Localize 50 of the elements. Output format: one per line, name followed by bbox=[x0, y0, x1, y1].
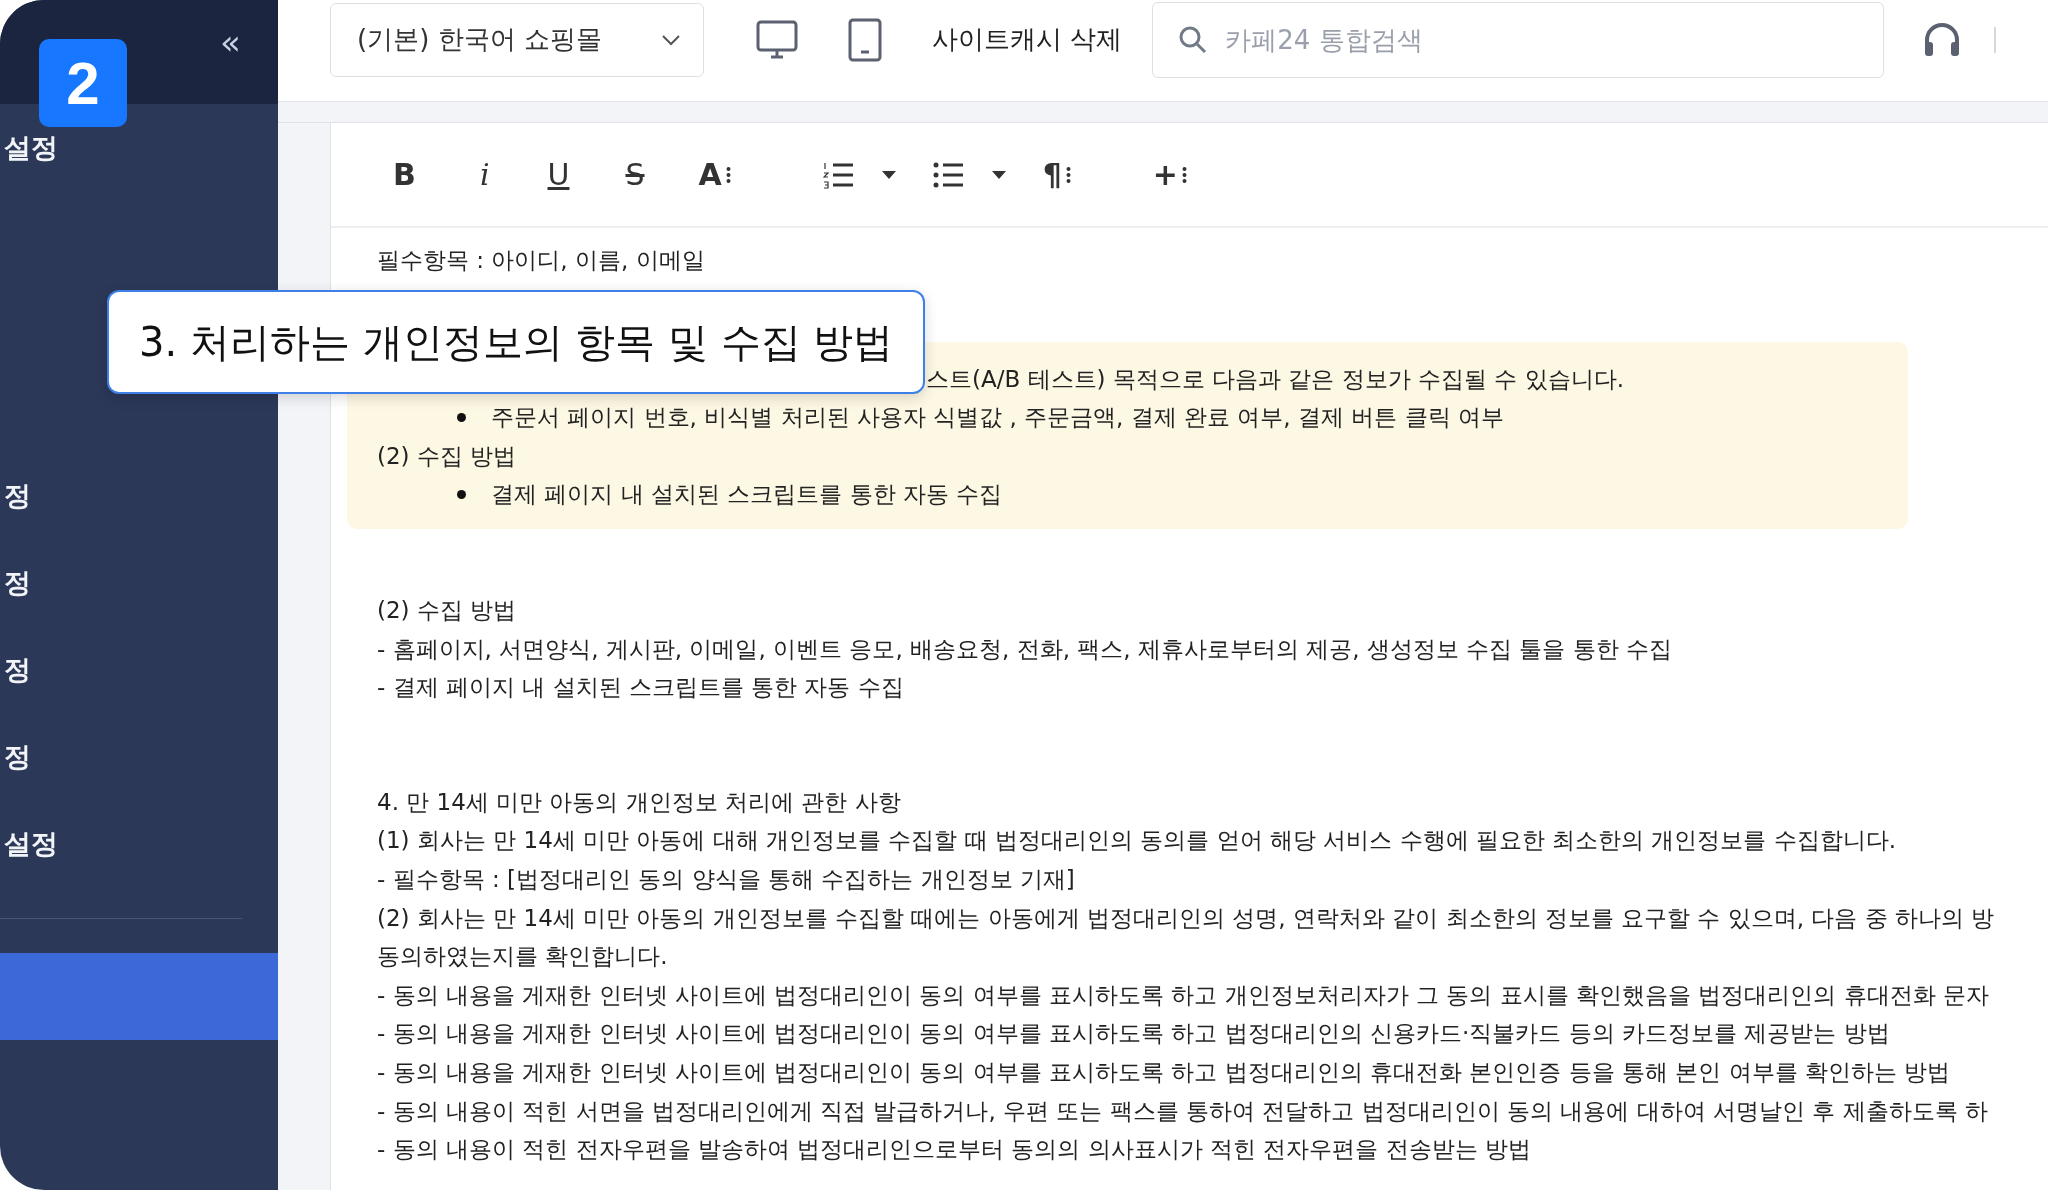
document-text: (2) 수집 방법 bbox=[377, 595, 517, 625]
document-text: - 동의 내용이 적힌 서면을 법정대리인에게 직접 발급하거나, 우편 또는 팩스를 통하여 전달하고 법정대리인이 동의 내용에 대하여 서명날인 후 제출하도록 하 bbox=[377, 1096, 1988, 1126]
document-text: 스트(A/B 테스트) 목적으로 다음과 같은 정보가 수집될 수 있습니다. bbox=[926, 364, 1624, 394]
document-text: - 동의 내용을 게재한 인터넷 사이트에 법정대리인이 동의 여부를 표시하도록 하고 법정대리인의 신용카드·직불카드 등의 카드정보를 제공받는 방법 bbox=[377, 1019, 1890, 1049]
bullet-list-icon bbox=[932, 160, 965, 189]
sidebar-item[interactable]: 정 bbox=[4, 738, 31, 775]
document-text: - 필수항목 : [법정대리인 동의 양식을 통해 수집하는 개인정보 기재] bbox=[377, 864, 1075, 894]
underline-button[interactable]: U bbox=[547, 152, 570, 197]
more-dots-icon bbox=[1065, 165, 1071, 184]
document-text: (2) 회사는 만 14세 미만 아동의 개인정보를 수집할 때에는 아동에게 법정대리인의 성명, 연락처와 같이 최소한의 정보를 요구할 수 있으며, 다음 중 하나의 방 bbox=[377, 903, 1995, 933]
document-text: 주문서 페이지 번호, 비식별 처리된 사용자 식별값 , 주문금액, 결제 완료 여부, 결제 버튼 클릭 여부 bbox=[491, 403, 1504, 433]
caret-icon bbox=[880, 169, 897, 180]
document-text: 동의하였는지를 확인합니다. bbox=[377, 942, 668, 972]
document-text: - 결제 페이지 내 설치된 스크립트를 통한 자동 수집 bbox=[377, 673, 904, 703]
font-size-button[interactable]: A bbox=[698, 152, 731, 197]
caret-icon bbox=[990, 169, 1007, 180]
sidebar-item[interactable]: 정 bbox=[4, 564, 31, 601]
document-text: 4. 만 14세 미만 아동의 개인정보 처리에 관한 사항 bbox=[377, 787, 901, 817]
monitor-icon[interactable] bbox=[756, 19, 798, 60]
document-text: - 홈페이지, 서면양식, 게시판, 이메일, 이벤트 응모, 배송요청, 전화, 팩스, 제휴사로부터의 제공, 생성정보 수집 툴을 통한 수집 bbox=[377, 634, 1673, 664]
sidebar-item[interactable]: 설정 bbox=[4, 825, 58, 862]
sidebar-item[interactable]: 설정 bbox=[4, 129, 58, 166]
section-heading-callout: 3. 처리하는 개인정보의 항목 및 수집 방법 bbox=[107, 290, 925, 394]
collapse-sidebar-button[interactable]: « bbox=[220, 22, 241, 62]
strikethrough-button[interactable]: S bbox=[625, 152, 645, 197]
document-text: - 동의 내용이 적힌 전자우편을 발송하여 법정대리인으로부터 동의의 의사표시가 적힌 전자우편을 전송받는 방법 bbox=[377, 1135, 1532, 1165]
bullet-icon bbox=[457, 413, 466, 422]
more-dots-icon bbox=[1181, 165, 1187, 184]
insert-button[interactable]: + bbox=[1152, 152, 1187, 197]
document-text: (1) 회사는 만 14세 미만 아동에 대해 개인정보를 수집할 때 법정대리인의 동의를 얻어 해당 서비스 수행에 필요한 최소한의 개인정보를 수집합니다. bbox=[377, 826, 1897, 856]
chevron-down-icon bbox=[661, 33, 681, 46]
clear-cache-button[interactable]: 사이트캐시 삭제 bbox=[932, 22, 1123, 57]
document-text: - 동의 내용을 게재한 인터넷 사이트에 법정대리인이 동의 여부를 표시하도록 하고 법정대리인의 휴대전화 본인인증 등을 통해 본인 여부를 확인하는 방법 bbox=[377, 1057, 1951, 1087]
search-field[interactable]: 카페24 통합검색 bbox=[1152, 1, 1885, 78]
step-number-badge: 2 bbox=[39, 39, 127, 127]
document-text: - 동의 내용을 게재한 인터넷 사이트에 법정대리인이 동의 여부를 표시하도록 하고 개인정보처리자가 그 동의 표시를 확인했음을 법정대리인의 휴대전화 문자 bbox=[377, 980, 1989, 1010]
document-text: 필수항목 : 아이디, 이름, 이메일 bbox=[377, 246, 705, 275]
document-text: 결제 페이지 내 설치된 스크립트를 통한 자동 수집 bbox=[491, 480, 1003, 510]
sidebar-item[interactable]: 정 bbox=[4, 651, 31, 688]
tablet-icon[interactable] bbox=[848, 17, 882, 62]
search-icon bbox=[1178, 24, 1209, 55]
more-dots-icon bbox=[725, 165, 731, 184]
italic-button[interactable]: i bbox=[479, 152, 490, 197]
document-text: (2) 수집 방법 bbox=[377, 441, 517, 471]
bullet-icon bbox=[457, 490, 466, 500]
paragraph-button[interactable]: ¶ bbox=[1042, 152, 1071, 197]
sidebar-item[interactable]: 정 bbox=[4, 477, 31, 514]
numbered-list-icon bbox=[822, 160, 855, 189]
shop-select[interactable]: (기본) 한국어 쇼핑몰 bbox=[330, 2, 704, 77]
bold-button[interactable]: B bbox=[393, 152, 416, 197]
